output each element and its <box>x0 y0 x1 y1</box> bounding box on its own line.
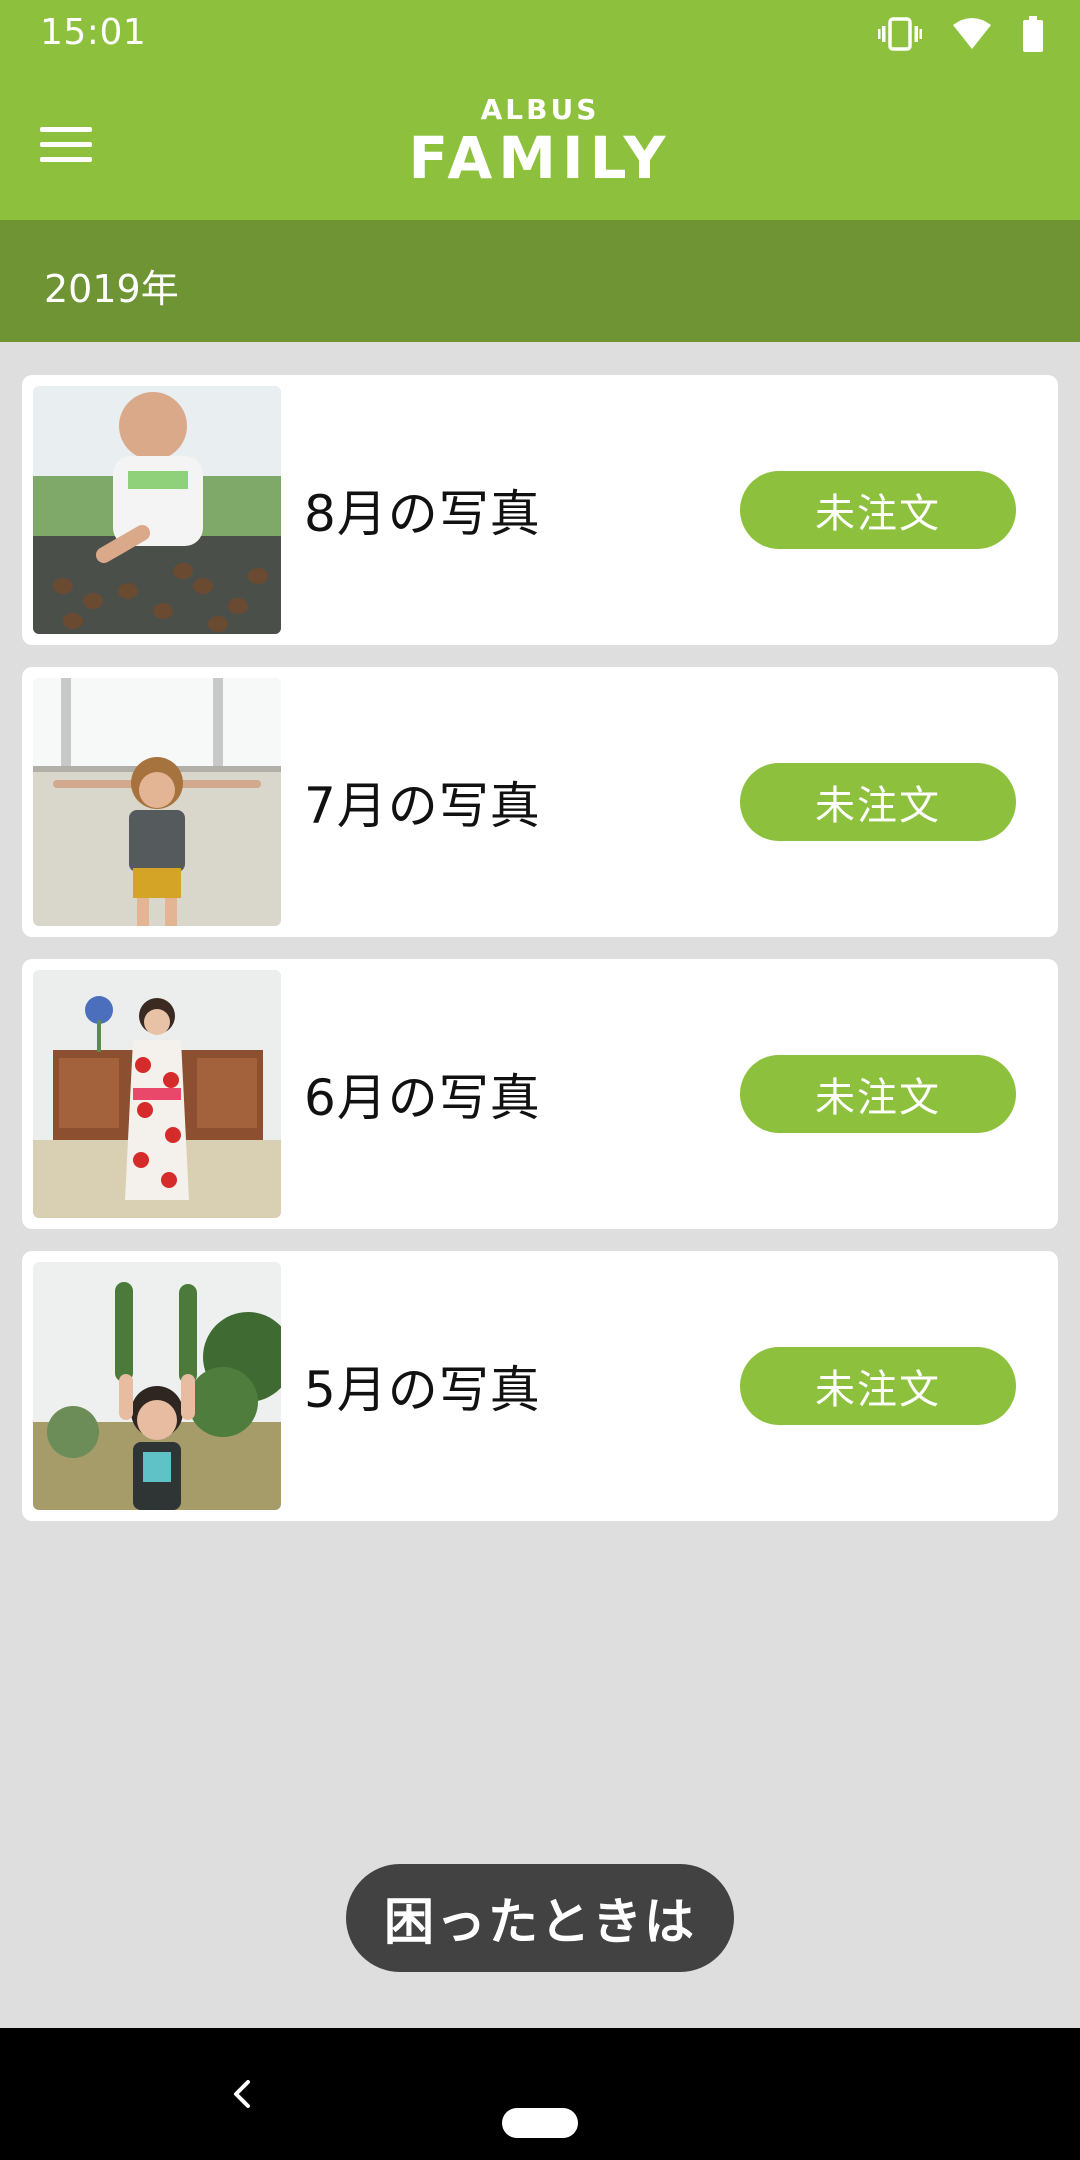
order-status-button[interactable]: 未注文 <box>740 1347 1016 1425</box>
album-thumbnail <box>33 678 281 926</box>
home-pill-icon[interactable] <box>502 2108 578 2138</box>
album-thumbnail <box>33 386 281 634</box>
album-title: 6月の写真 <box>304 1069 541 1127</box>
status-bar: 15:01 <box>0 0 1080 68</box>
album-title: 5月の写真 <box>304 1361 541 1419</box>
order-status-button[interactable]: 未注文 <box>740 471 1016 549</box>
vibrate-icon <box>878 16 922 52</box>
order-status-button[interactable]: 未注文 <box>740 763 1016 841</box>
back-icon[interactable] <box>220 2072 264 2116</box>
album-thumbnail <box>33 970 281 1218</box>
album-card[interactable]: 6月の写真 未注文 <box>22 959 1058 1229</box>
album-title: 8月の写真 <box>304 485 541 543</box>
wifi-icon <box>952 17 992 51</box>
year-header: 2019年 <box>0 220 1080 342</box>
logo-top-text: ALBUS <box>480 93 600 126</box>
order-status-button[interactable]: 未注文 <box>740 1055 1016 1133</box>
status-time: 15:01 <box>40 12 147 53</box>
album-title: 7月の写真 <box>304 777 541 835</box>
album-card[interactable]: 5月の写真 未注文 <box>22 1251 1058 1521</box>
app-bar: ALBUS FAMILY <box>0 68 1080 220</box>
navigation-bar <box>0 2028 1080 2160</box>
battery-icon <box>1022 16 1044 52</box>
album-card[interactable]: 7月の写真 未注文 <box>22 667 1058 937</box>
help-button[interactable]: 困ったときは <box>346 1864 734 1972</box>
logo-bottom-text: FAMILY <box>408 124 672 192</box>
status-icons <box>878 16 1044 52</box>
album-thumbnail <box>33 1262 281 1510</box>
app-logo: ALBUS FAMILY <box>0 93 1080 192</box>
album-card[interactable]: 8月の写真 未注文 <box>22 375 1058 645</box>
album-list: 8月の写真 未注文 7月の写真 未注文 6月の写真 未注文 5月の写真 未注文 <box>22 375 1058 1543</box>
year-label: 2019年 <box>44 267 179 311</box>
